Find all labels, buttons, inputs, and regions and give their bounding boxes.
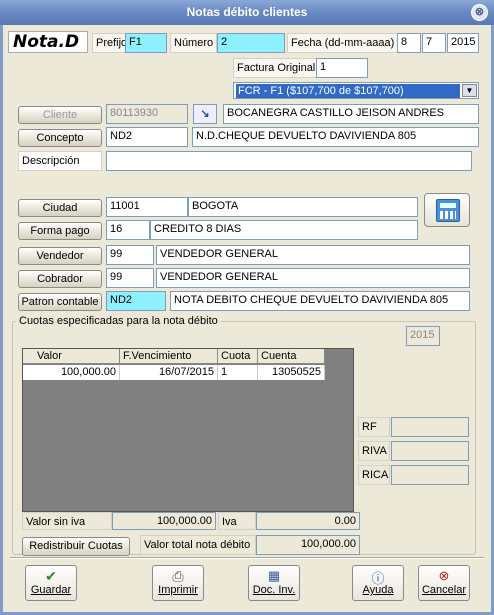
cobrador-name-field[interactable]: VENDEDOR GENERAL — [156, 268, 470, 288]
notas-debito-window: Notas débito clientes ⊗ Nota.D Prefijo F… — [0, 0, 494, 615]
redistribuir-cuotas-button[interactable]: Redistribuir Cuotas — [22, 537, 130, 556]
cliente-button[interactable]: Cliente — [18, 106, 102, 124]
title-bar: Notas débito clientes ⊗ — [0, 0, 494, 25]
guardar-button[interactable]: ✔ Guardar — [25, 565, 77, 601]
rica-field[interactable] — [391, 465, 469, 485]
concepto-code-field[interactable]: ND2 — [106, 127, 188, 147]
factura-select[interactable]: FCR - F1 ($107,700 de $107,700) ▼ — [233, 82, 479, 99]
patron-code-field[interactable]: ND2 — [106, 291, 166, 311]
column-header-cuota[interactable]: Cuota — [218, 349, 258, 364]
table-row[interactable]: 100,000.00 — [23, 365, 120, 380]
cliente-name-field[interactable]: BOCANEGRA CASTILLO JEISON ANDRES — [223, 104, 479, 124]
doc-inv-button[interactable]: ▦ Doc. Inv. — [248, 565, 300, 601]
concepto-name-field[interactable]: N.D.CHEQUE DEVUELTO DAVIVIENDA 805 — [192, 127, 479, 147]
printer-icon: ⎙ — [172, 568, 184, 584]
client-lookup-icon[interactable]: ↘ — [193, 104, 217, 124]
cobrador-code-field[interactable]: 99 — [106, 268, 154, 288]
cobrador-button[interactable]: Cobrador — [18, 270, 102, 288]
ciudad-code-field[interactable]: 11001 — [106, 197, 188, 217]
vendedor-button[interactable]: Vendedor — [18, 247, 102, 265]
concepto-button[interactable]: Concepto — [18, 129, 102, 147]
forma-pago-button[interactable]: Forma pago — [18, 222, 102, 240]
ayuda-label: Ayuda — [362, 584, 394, 596]
factura-select-value: FCR - F1 ($107,700 de $107,700) — [236, 84, 460, 98]
total-field[interactable]: 100,000.00 — [256, 535, 360, 555]
cliente-code-field[interactable]: 80113930 — [106, 104, 188, 124]
forma-pago-name-field[interactable]: CREDITO 8 DIAS — [150, 220, 418, 240]
nota-d-logo: Nota.D — [8, 31, 88, 53]
imprimir-label: Imprimir — [158, 584, 198, 596]
descripcion-label: Descripción — [18, 151, 102, 171]
table-cell-cuenta[interactable]: 13050525 — [258, 365, 325, 380]
rica-label: RICA — [358, 465, 390, 485]
riva-field[interactable] — [391, 441, 469, 461]
sin-iva-field[interactable]: 100,000.00 — [112, 512, 216, 530]
patron-name-field[interactable]: NOTA DEBITO CHEQUE DEVUELTO DAVIVIENDA 8… — [170, 291, 470, 311]
forma-pago-code-field[interactable]: 16 — [106, 220, 150, 240]
total-label: Valor total nota débito — [140, 535, 256, 555]
factura-original-label: Factura Original — [233, 58, 320, 78]
table-cell-vencimiento[interactable]: 16/07/2015 — [120, 365, 218, 380]
iva-field[interactable]: 0.00 — [256, 512, 360, 530]
help-icon: ⓘ — [371, 571, 385, 586]
rf-field[interactable] — [391, 417, 469, 437]
dropdown-arrow-icon[interactable]: ▼ — [462, 84, 477, 97]
numero-label: Número — [170, 33, 218, 53]
cancelar-label: Cancelar — [421, 584, 467, 596]
vendedor-name-field[interactable]: VENDEDOR GENERAL — [156, 245, 470, 265]
calculator-button[interactable] — [424, 193, 470, 227]
toolbar-separator — [10, 557, 484, 559]
sin-iva-label: Valor sin iva — [22, 512, 112, 530]
guardar-label: Guardar — [30, 584, 72, 596]
fecha-year-field[interactable]: 2015 — [447, 33, 479, 53]
column-header-vencimiento[interactable]: F.Vencimiento — [120, 349, 218, 364]
cancelar-button[interactable]: ⊗ Cancelar — [418, 565, 470, 601]
column-header-cuenta[interactable]: Cuenta — [258, 349, 325, 364]
cuotas-table[interactable]: Valor F.Vencimiento Cuota Cuenta 100,000… — [22, 348, 354, 512]
check-icon: ✔ — [45, 568, 57, 584]
fecha-day-field[interactable]: 8 — [397, 33, 421, 53]
ayuda-button[interactable]: ⓘ Ayuda — [352, 565, 404, 601]
ciudad-name-field[interactable]: BOGOTA — [188, 197, 418, 217]
imprimir-button[interactable]: ⎙ Imprimir — [152, 565, 204, 601]
window-title: Notas débito clientes — [186, 5, 308, 19]
document-icon: ▦ — [267, 568, 281, 583]
cancel-icon: ⊗ — [438, 568, 450, 583]
fecha-label: Fecha (dd-mm-aaaa) — [287, 33, 399, 53]
patron-contable-button[interactable]: Patron contable — [18, 293, 102, 311]
cuotas-group-label: Cuotas especificadas para la nota débito — [16, 314, 221, 328]
fecha-month-field[interactable]: 7 — [422, 33, 446, 53]
ciudad-button[interactable]: Ciudad — [18, 199, 102, 217]
riva-label: RIVA — [358, 441, 390, 461]
vendedor-code-field[interactable]: 99 — [106, 245, 154, 265]
year-field[interactable]: 2015 — [406, 326, 440, 346]
rf-label: RF — [358, 417, 390, 437]
close-icon[interactable]: ⊗ — [471, 4, 488, 21]
table-cell-cuota[interactable]: 1 — [218, 365, 258, 380]
calculator-icon — [436, 199, 460, 222]
descripcion-field[interactable] — [106, 151, 472, 171]
numero-field[interactable]: 2 — [217, 33, 285, 53]
column-header-valor[interactable]: Valor — [23, 349, 120, 364]
factura-original-field[interactable]: 1 — [316, 58, 368, 78]
prefijo-field[interactable]: F1 — [125, 33, 167, 53]
iva-label: Iva — [218, 512, 256, 530]
doc-inv-label: Doc. Inv. — [252, 584, 296, 596]
